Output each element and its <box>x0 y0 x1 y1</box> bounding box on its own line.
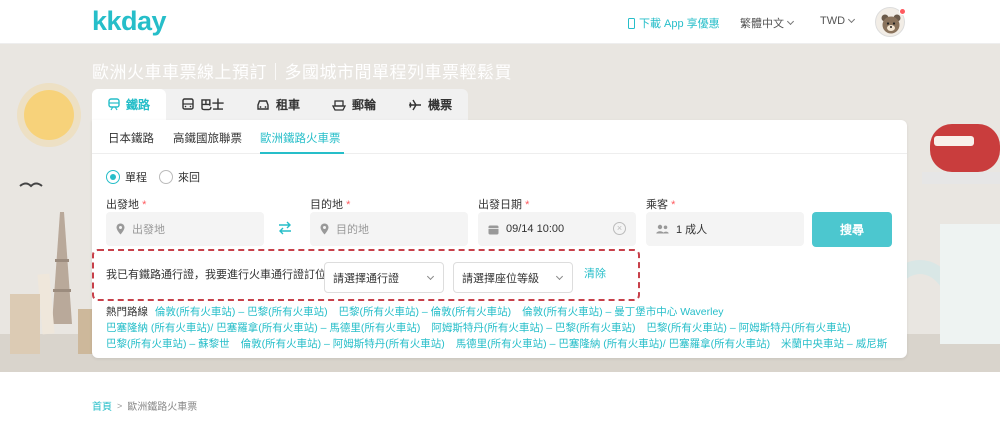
breadcrumb-separator: > <box>117 400 123 411</box>
download-app-link[interactable]: 下載 App 享優惠 <box>628 15 720 31</box>
hot-route-link[interactable]: 巴黎(所有火車站) – 倫敦(所有火車站) <box>339 306 512 318</box>
date-field[interactable]: 09/14 10:00 × <box>478 212 636 246</box>
subtab-japan-rail[interactable]: 日本鐵路 <box>108 130 154 146</box>
hot-route-link[interactable]: 倫敦(所有火車站) – 阿姆斯特丹(所有火車站) <box>241 338 445 350</box>
chevron-down-icon <box>555 272 564 281</box>
tab-bus-label: 巴士 <box>200 98 225 112</box>
breadcrumb-home[interactable]: 首頁 <box>92 398 112 413</box>
chevron-down-icon <box>848 15 856 24</box>
to-label-text: 目的地 <box>310 199 343 211</box>
hot-route-link[interactable]: 馬德里(所有火車站) – 巴塞隆納 (所有火車站)/ 巴塞羅拿(所有火車站) <box>456 338 770 350</box>
swap-icon[interactable] <box>277 221 293 235</box>
tab-car-rental[interactable]: 租車 <box>240 89 316 120</box>
calendar-icon <box>488 225 499 234</box>
required-mark: * <box>142 199 147 211</box>
active-subtab-indicator <box>260 152 344 154</box>
rail-pass-text: 我已有鐵路通行證，我要進行火車通行證訂位 <box>106 269 326 281</box>
from-field[interactable]: 出發地 <box>106 212 264 246</box>
pass-select[interactable]: 請選擇通行證 <box>324 262 444 293</box>
tab-flights[interactable]: 機票 <box>392 89 468 120</box>
required-mark: * <box>525 199 530 211</box>
phone-icon <box>628 17 635 29</box>
one-way-radio[interactable] <box>106 170 120 184</box>
language-label: 繁體中文 <box>740 18 784 30</box>
subtab-europe-rail[interactable]: 歐洲鐵路火車票 <box>260 130 341 146</box>
to-placeholder: 目的地 <box>336 224 369 236</box>
from-placeholder: 出發地 <box>132 224 165 236</box>
notification-dot <box>899 8 906 15</box>
subtab-thsr-pass[interactable]: 高鐵國旅聯票 <box>173 130 242 146</box>
hot-route-link[interactable]: 阿姆斯特丹(所有火車站) – 巴黎(所有火車站) <box>431 322 635 334</box>
top-navigation-bar: kkday 下載 App 享優惠 繁體中文 TWD <box>0 0 1000 44</box>
date-label: 出發日期 * <box>478 196 529 212</box>
language-selector[interactable]: 繁體中文 <box>740 15 795 31</box>
plane-icon <box>409 99 422 110</box>
currency-selector[interactable]: TWD <box>820 15 856 27</box>
hot-route-link[interactable]: 巴塞隆納 (所有火車站)/ 巴塞羅拿(所有火車站) – 馬德里(所有火車站) <box>106 322 420 334</box>
location-pin-icon <box>320 223 329 235</box>
ship-icon <box>332 99 347 111</box>
tab-rail-label: 鐵路 <box>126 98 151 112</box>
kkday-logo[interactable]: kkday <box>92 6 167 37</box>
tab-cruise[interactable]: 郵輪 <box>316 89 392 120</box>
hot-route-link[interactable]: 倫敦(所有火車站) – 曼丁堡市中心 Waverley <box>522 306 723 318</box>
date-label-text: 出發日期 <box>478 199 522 211</box>
hot-route-link[interactable]: 巴黎(所有火車站) – 阿姆斯特丹(所有火車站) <box>646 322 850 334</box>
hot-routes-label: 熱門路線 <box>106 306 148 318</box>
from-label: 出發地 * <box>106 196 146 212</box>
from-label-text: 出發地 <box>106 199 139 211</box>
breadcrumb: 首頁 > 歐洲鐵路火車票 <box>92 398 198 414</box>
rail-search-card: 日本鐵路 高鐵國旅聯票 歐洲鐵路火車票 單程 來回 出發地 * 出發地 目的地 … <box>92 120 907 358</box>
passenger-label-text: 乘客 <box>646 199 668 211</box>
chevron-down-icon <box>786 17 795 26</box>
round-trip-label[interactable]: 來回 <box>178 169 200 185</box>
clear-button[interactable]: 清除 <box>584 265 606 281</box>
clear-date-icon[interactable]: × <box>613 222 626 235</box>
hot-route-link[interactable]: 倫敦(所有火車站) – 巴黎(所有火車站) <box>155 306 328 318</box>
tab-rail[interactable]: 鐵路 <box>92 89 167 120</box>
required-mark: * <box>346 199 351 211</box>
passenger-value: 1 成人 <box>676 224 708 236</box>
passenger-label: 乘客 * <box>646 196 675 212</box>
trip-type-options: 單程 來回 <box>106 169 212 185</box>
seat-class-select-value: 請選擇座位等級 <box>462 272 539 285</box>
to-field[interactable]: 目的地 <box>310 212 468 246</box>
round-trip-radio[interactable] <box>159 170 173 184</box>
currency-label: TWD <box>820 15 846 27</box>
search-button[interactable]: 搜尋 <box>812 212 892 247</box>
transport-tabs: 鐵路 巴士 租車 郵輪 機票 <box>92 89 469 120</box>
date-value: 09/14 10:00 <box>506 223 565 235</box>
tab-car-rental-label: 租車 <box>276 98 301 112</box>
passenger-field[interactable]: 1 成人 <box>646 212 804 246</box>
pass-select-value: 請選擇通行證 <box>333 272 399 285</box>
sun-illustration <box>24 90 74 140</box>
location-pin-icon <box>116 223 125 235</box>
rail-subtabs: 日本鐵路 高鐵國旅聯票 歐洲鐵路火車票 <box>92 120 907 154</box>
tab-bus[interactable]: 巴士 <box>166 89 240 120</box>
chevron-down-icon <box>426 272 435 281</box>
required-mark: * <box>671 199 676 211</box>
tab-cruise-label: 郵輪 <box>352 98 377 112</box>
train-icon <box>108 98 120 111</box>
bus-icon <box>182 98 194 110</box>
car-icon <box>257 99 269 110</box>
users-icon <box>656 224 669 234</box>
hot-route-link[interactable]: 米蘭中央車站 – 威尼斯 <box>781 338 887 350</box>
hot-routes: 熱門路線 倫敦(所有火車站) – 巴黎(所有火車站) 巴黎(所有火車站) – 倫… <box>106 304 896 352</box>
to-label: 目的地 * <box>310 196 350 212</box>
breadcrumb-current: 歐洲鐵路火車票 <box>127 402 198 413</box>
page-title: 歐洲火車車票線上預訂｜多國城市間單程列車票輕鬆買 <box>92 63 512 82</box>
hot-route-link[interactable]: 巴黎(所有火車站) – 蘇黎世 <box>106 338 230 350</box>
tab-flights-label: 機票 <box>428 98 453 112</box>
download-app-label: 下載 App 享優惠 <box>639 18 720 30</box>
seat-class-select[interactable]: 請選擇座位等級 <box>453 262 573 293</box>
one-way-label[interactable]: 單程 <box>125 169 147 185</box>
